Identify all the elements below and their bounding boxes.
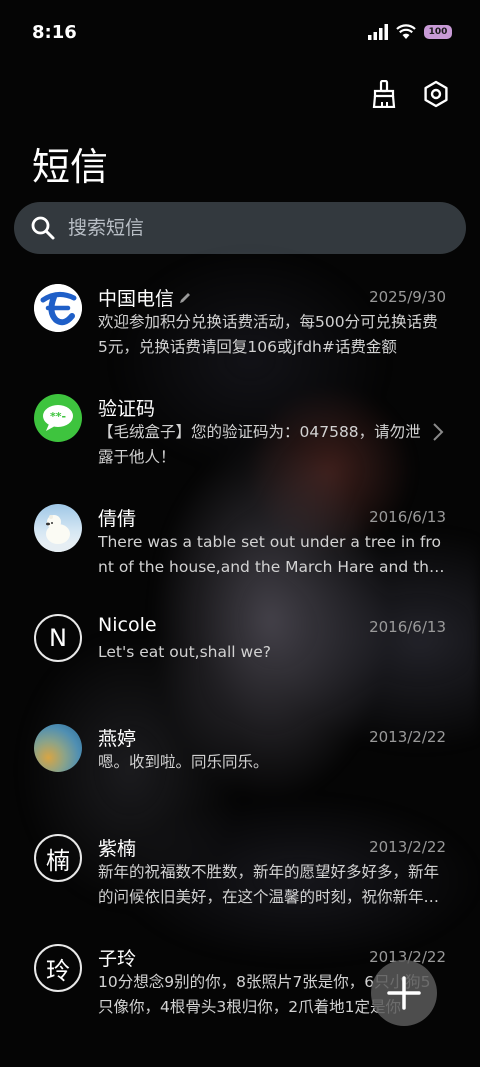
conversation-date: 2025/9/30: [369, 288, 446, 306]
message-bubble-icon: **-: [34, 394, 82, 442]
conversation-preview: Let's eat out,shall we?: [98, 643, 271, 661]
conversation-preview: There was a table set out under a tree i…: [98, 533, 441, 576]
conversation-preview: 嗯。收到啦。同乐同乐。: [98, 753, 269, 771]
conversation-item[interactable]: N Nicole 2016/6/13 Let's eat out,shall w…: [0, 598, 480, 708]
conversation-name: Nicole: [98, 614, 157, 636]
conversation-item[interactable]: 中国电信 2025/9/30 欢迎参加积分兑换话费活动，每500分可兑换话费5元…: [0, 268, 480, 378]
conversation-item[interactable]: 燕婷 2013/2/22 嗯。收到啦。同乐同乐。: [0, 708, 480, 818]
new-message-button[interactable]: [371, 960, 437, 1026]
conversation-name: 紫楠: [98, 838, 137, 860]
edit-pencil-icon: [180, 292, 191, 303]
battery-icon: 100: [424, 25, 452, 39]
conversation-name: 倩倩: [98, 508, 137, 530]
broom-icon[interactable]: [368, 78, 400, 110]
conversation-date: 2016/6/13: [369, 508, 446, 526]
avatar-letter: 楠: [34, 834, 82, 882]
conversation-name-text: 中国电信: [98, 288, 175, 310]
china-telecom-logo: [34, 284, 82, 332]
conversation-item[interactable]: **- 验证码 【毛绒盒子】您的验证码为：047588，请勿泄露于他人！: [0, 378, 480, 488]
svg-text:**-: **-: [50, 410, 66, 423]
status-time: 8:16: [32, 22, 77, 43]
status-bar: 8:16 100: [0, 0, 480, 64]
settings-icon[interactable]: [420, 78, 452, 110]
chevron-right-icon: [433, 423, 444, 441]
conversation-preview: 【毛绒盒子】您的验证码为：047588，请勿泄露于他人！: [98, 423, 421, 466]
conversation-date: 2016/6/13: [369, 618, 446, 636]
search-bar[interactable]: [14, 202, 466, 254]
top-actions: [368, 78, 452, 110]
conversation-name: 燕婷: [98, 728, 137, 750]
conversation-name: 中国电信: [98, 284, 192, 311]
search-input[interactable]: [66, 216, 430, 240]
conversation-item[interactable]: 楠 紫楠 2013/2/22 新年的祝福数不胜数，新年的愿望好多好多，新年的问候…: [0, 818, 480, 928]
conversation-name: 验证码: [98, 398, 156, 420]
conversation-preview: 欢迎参加积分兑换话费活动，每500分可兑换话费5元，兑换话费请回复106或jfd…: [98, 313, 438, 356]
conversation-name: 子玲: [98, 948, 137, 970]
avatar-letter: N: [34, 614, 82, 662]
conversation-item[interactable]: 倩倩 2016/6/13 There was a table set out u…: [0, 488, 480, 598]
avatar-letter: 玲: [34, 944, 82, 992]
signal-icon: [368, 24, 388, 40]
search-icon: [31, 216, 55, 240]
conversation-date: 2013/2/22: [369, 838, 446, 856]
page-title: 短信: [32, 145, 109, 189]
status-icons: 100: [368, 24, 452, 40]
polar-bear-photo: [34, 504, 82, 552]
conversation-preview: 新年的祝福数不胜数，新年的愿望好多好多，新年的问候依旧美好，在这个温馨的时刻，祝…: [98, 863, 440, 906]
conversation-date: 2013/2/22: [369, 728, 446, 746]
plus-icon: [387, 976, 421, 1010]
conversation-list: 中国电信 2025/9/30 欢迎参加积分兑换话费活动，每500分可兑换话费5元…: [0, 268, 480, 1038]
landscape-photo: [34, 724, 82, 772]
wifi-icon: [396, 24, 416, 39]
